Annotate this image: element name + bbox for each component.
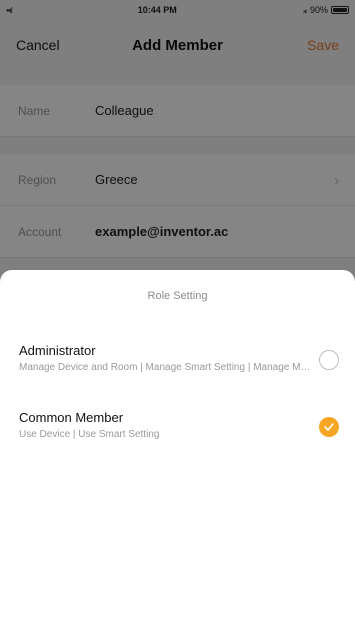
sheet-title: Role Setting [147,290,208,302]
role-option-common-member[interactable]: Common Member Use Device | Use Smart Set… [0,397,355,457]
radio-checked-icon[interactable] [319,417,339,437]
radio-unchecked-icon[interactable] [319,350,339,370]
role-setting-sheet: Role Setting Administrator Manage Device… [0,270,355,635]
role-option-title: Common Member [19,410,124,425]
role-option-title: Administrator [19,343,96,358]
checkmark-icon [324,423,334,431]
role-option-description: Use Device | Use Smart Setting [19,429,160,440]
role-option-administrator[interactable]: Administrator Manage Device and Room | M… [0,330,355,390]
role-option-description: Manage Device and Room | Manage Smart Se… [19,362,314,373]
